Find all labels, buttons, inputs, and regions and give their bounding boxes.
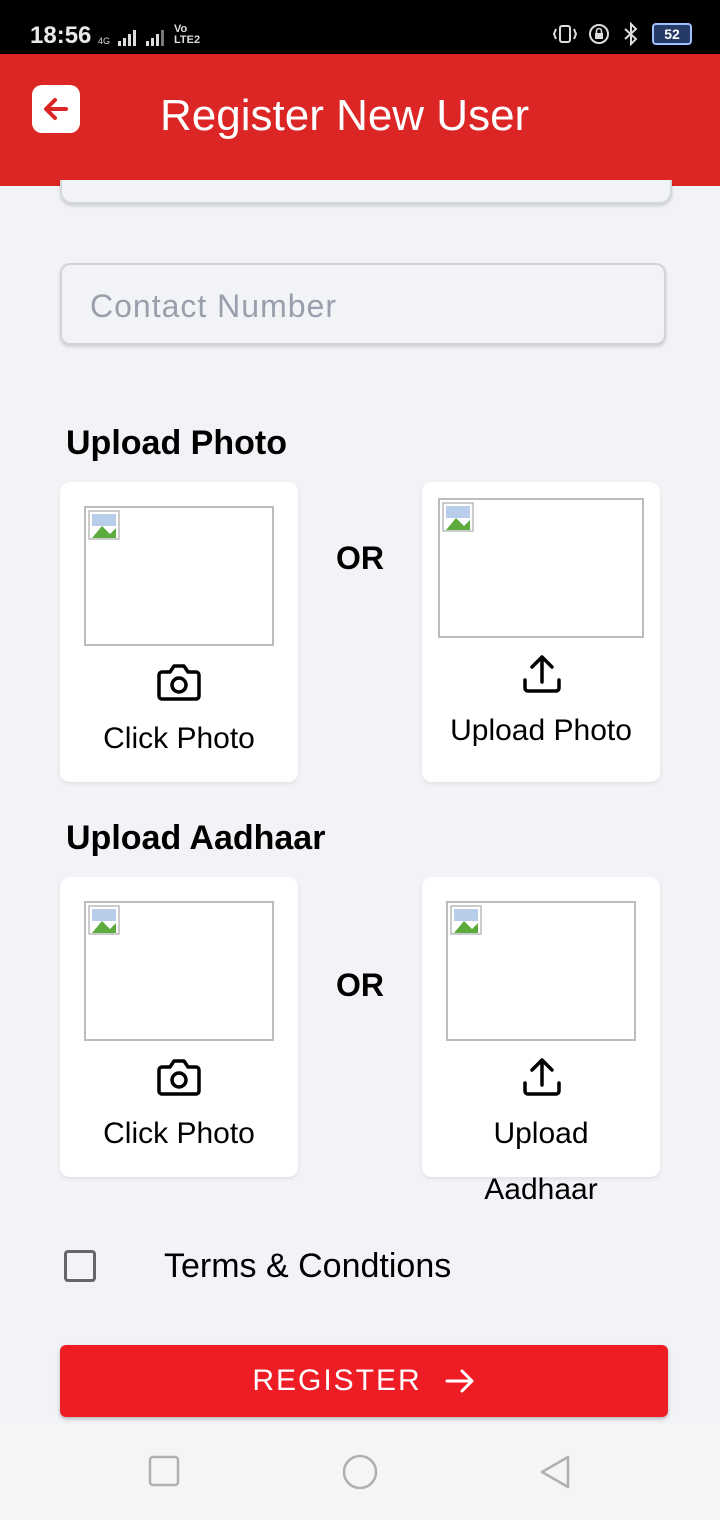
home-icon[interactable] (340, 1454, 380, 1490)
vibrate-icon (552, 25, 578, 43)
camera-icon (157, 664, 201, 701)
click-aadhaar-card[interactable]: Click Photo (60, 877, 298, 1177)
photo-preview (84, 506, 274, 646)
contact-number-input[interactable] (88, 283, 632, 329)
broken-image-icon (450, 905, 482, 935)
status-bar: 18:56 4G Vo LTE2 52 (0, 0, 720, 54)
upload-icon (523, 1058, 561, 1096)
battery-indicator: 52 (652, 23, 692, 45)
upload-photo-title: Upload Photo (66, 424, 287, 462)
upload-icon (523, 655, 561, 693)
broken-image-icon (88, 510, 120, 540)
bluetooth-icon (624, 22, 638, 46)
or-separator: OR (336, 967, 384, 1003)
upload-aadhaar-card[interactable]: Upload Aadhaar (422, 877, 660, 1206)
broken-image-icon (442, 502, 474, 532)
upload-aadhaar-title: Upload Aadhaar (66, 819, 326, 857)
contact-number-field[interactable] (60, 263, 666, 345)
volte-indicator: Vo LTE2 (174, 23, 201, 46)
system-nav-bar (0, 1424, 720, 1520)
previous-input-field[interactable] (60, 180, 672, 204)
arrow-left-icon (44, 98, 68, 120)
camera-icon (157, 1059, 201, 1096)
terms-label[interactable]: Terms & Condtions (164, 1247, 451, 1286)
signal-icon (118, 30, 137, 46)
system-indicators: 52 (552, 22, 692, 46)
upload-aadhaar-preview (446, 901, 636, 1041)
arrow-right-icon (445, 1369, 474, 1393)
register-label: REGISTER (252, 1364, 422, 1397)
lock-rotation-icon (589, 24, 609, 44)
network-type: 4G (98, 36, 111, 46)
click-photo-label: Click Photo (103, 1117, 255, 1150)
or-separator: OR (336, 540, 384, 576)
upload-photo-label: Upload Photo (450, 714, 632, 747)
app-bar: Register New User (0, 54, 720, 186)
network-indicators: 4G Vo LTE2 (98, 24, 200, 46)
upload-photo-card[interactable]: Upload Photo (422, 482, 660, 782)
status-time: 18:56 (30, 22, 92, 49)
click-photo-label: Click Photo (103, 722, 255, 755)
terms-checkbox[interactable] (64, 1250, 96, 1282)
broken-image-icon (88, 905, 120, 935)
signal-icon-2 (146, 30, 165, 46)
upload-aadhaar-label: Upload Aadhaar (484, 1117, 598, 1206)
register-button[interactable]: REGISTER (60, 1345, 668, 1417)
recent-apps-icon[interactable] (148, 1454, 180, 1488)
back-icon[interactable] (538, 1454, 574, 1490)
page-title: Register New User (160, 91, 530, 140)
click-photo-card[interactable]: Click Photo (60, 482, 298, 782)
aadhaar-photo-preview (84, 901, 274, 1041)
upload-photo-preview (438, 498, 644, 638)
back-button[interactable] (32, 85, 80, 133)
